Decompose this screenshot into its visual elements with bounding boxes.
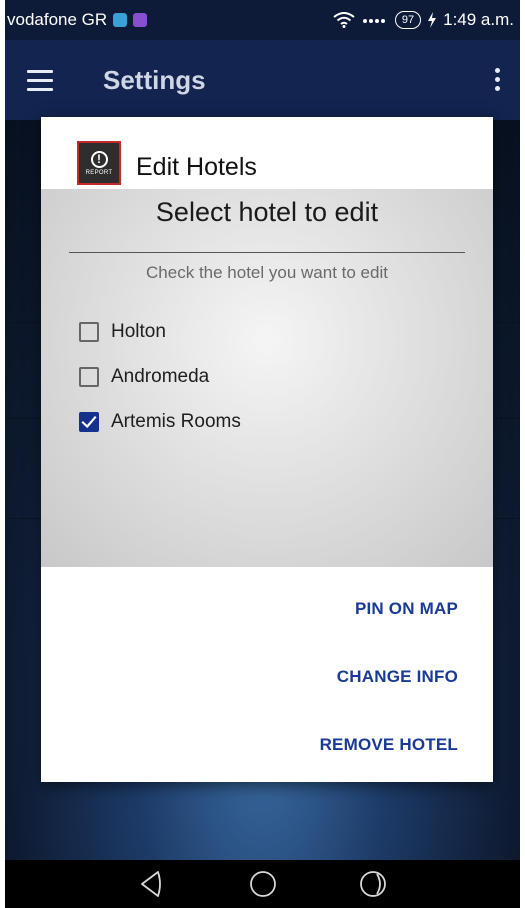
hotel-option-artemis-rooms[interactable]: Artemis Rooms (79, 411, 241, 433)
hotel-option-andromeda[interactable]: Andromeda (79, 366, 209, 388)
page-title: Settings (103, 64, 206, 95)
notification-icon (133, 13, 148, 27)
home-icon[interactable] (248, 869, 278, 899)
charging-icon (428, 12, 437, 28)
pin-on-map-button[interactable]: PIN ON MAP (355, 599, 458, 619)
alert-icon: ! (90, 150, 108, 168)
dialog-title: Edit Hotels (136, 153, 257, 181)
status-right: 97 1:49 a.m. (333, 10, 514, 30)
menu-icon[interactable] (27, 69, 53, 91)
status-left: vodafone GR (7, 10, 148, 30)
overflow-menu-icon[interactable] (495, 68, 500, 91)
checkbox-checked[interactable] (79, 412, 99, 432)
divider (69, 252, 465, 253)
hotel-name: Artemis Rooms (111, 411, 241, 432)
logo-text: REPORT (85, 169, 113, 176)
navigation-bar (5, 860, 520, 908)
remove-hotel-button[interactable]: REMOVE HOTEL (320, 735, 458, 755)
recents-icon[interactable] (358, 869, 388, 899)
hotel-name: Holton (111, 321, 166, 342)
hotel-option-holton[interactable]: Holton (79, 321, 166, 343)
notification-icon (113, 13, 128, 27)
edit-hotels-dialog: ! REPORT Edit Hotels Select hotel to edi… (41, 117, 493, 782)
checkmark-icon (81, 415, 97, 429)
dialog-actions: PIN ON MAP CHANGE INFO REMOVE HOTEL (41, 567, 493, 782)
change-info-button[interactable]: CHANGE INFO (337, 667, 458, 687)
signal-icon (362, 19, 385, 23)
carrier-name: vodafone GR (7, 10, 108, 29)
app-bar: Settings (5, 40, 520, 120)
battery-level: 97 (401, 14, 415, 26)
clock: 1:49 a.m. (443, 10, 514, 29)
select-heading: Select hotel to edit (155, 197, 379, 227)
checkbox-unchecked[interactable] (79, 367, 99, 387)
dialog-header: ! REPORT Edit Hotels (41, 117, 493, 189)
back-icon[interactable] (138, 869, 168, 899)
wifi-icon (333, 12, 355, 28)
battery-icon: 97 (394, 11, 422, 29)
checkbox-unchecked[interactable] (79, 322, 99, 342)
hotel-name: Andromeda (111, 366, 210, 387)
instruction-text: Check the hotel you want to edit (146, 263, 388, 282)
report-logo: ! REPORT (77, 141, 121, 185)
dialog-body: Select hotel to edit Check the hotel you… (41, 189, 493, 567)
status-bar: vodafone GR 97 1:49 a.m. (5, 0, 520, 40)
